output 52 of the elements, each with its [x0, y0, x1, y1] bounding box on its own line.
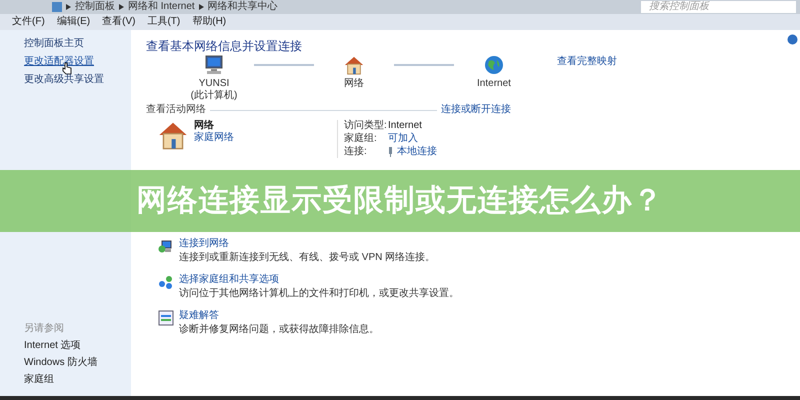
chevron-icon — [198, 4, 204, 10]
menu-item[interactable]: 编辑(E) — [56, 16, 90, 28]
chevron-icon — [119, 4, 124, 10]
menu-item[interactable]: 帮助(H) — [192, 16, 226, 28]
sidebar-link[interactable]: 更改适配器设置 — [24, 56, 94, 67]
sidebar-link[interactable]: 控制面板主页 — [24, 38, 84, 49]
property-label: 访问类型: — [344, 120, 388, 132]
see-also-link[interactable]: 家庭组 — [24, 374, 131, 386]
help-icon[interactable] — [787, 34, 798, 45]
property-value[interactable]: 本地连接 — [397, 146, 437, 158]
see-also-heading: 另请参阅 — [24, 323, 65, 335]
task-description: 诊断并修复网络问题，或获得故障排除信息。 — [179, 324, 379, 336]
computer-icon — [203, 55, 225, 75]
chevron-icon — [66, 4, 71, 10]
property-label: 家庭组: — [344, 133, 378, 145]
sidebar-link[interactable]: 更改高级共享设置 — [24, 74, 104, 85]
house-icon — [344, 55, 364, 75]
network-type-link[interactable]: 家庭网络 — [194, 132, 337, 144]
homegroup-icon — [158, 274, 174, 290]
see-also-link[interactable]: Internet 选项 — [24, 340, 131, 352]
network-name: 网络 — [194, 120, 215, 132]
breadcrumb-item[interactable]: 控制面板 — [75, 1, 115, 13]
task-link[interactable]: 选择家庭组和共享选项 — [179, 274, 459, 286]
house-icon — [158, 120, 188, 150]
property-value: Internet — [388, 120, 422, 132]
cable-icon — [388, 147, 393, 157]
troubleshoot-icon — [158, 310, 174, 326]
task-link[interactable]: 疑难解答 — [179, 310, 379, 322]
property-label: 连接: — [344, 146, 368, 158]
globe-icon — [484, 55, 504, 75]
see-also-link[interactable]: Windows 防火墙 — [24, 357, 131, 369]
map-node-label: YUNSI — [198, 78, 230, 90]
connect-disconnect-link[interactable]: 连接或断开连接 — [441, 104, 511, 116]
task-link[interactable]: 连接到网络 — [179, 238, 436, 250]
menu-item[interactable]: 文件(F) — [12, 16, 45, 28]
map-node-sublabel: (此计算机) — [190, 90, 238, 102]
section-heading: 查看活动网络 — [146, 104, 206, 116]
menu-item[interactable]: 工具(T) — [147, 16, 180, 28]
network-connect-icon — [158, 238, 174, 254]
search-field[interactable]: 搜索控制面板 — [641, 1, 796, 13]
task-description: 连接到或重新连接到无线、有线、拨号或 VPN 网络连接。 — [179, 252, 436, 264]
breadcrumb-item[interactable]: 网络和共享中心 — [208, 1, 278, 13]
page-title: 查看基本网络信息并设置连接 — [146, 40, 303, 52]
map-node-label: 网络 — [344, 78, 364, 90]
menu-item[interactable]: 查看(V) — [102, 16, 136, 28]
control-panel-icon — [52, 2, 62, 12]
map-node-label: Internet — [477, 78, 511, 90]
task-description: 访问位于其他网络计算机上的文件和打印机，或更改共享设置。 — [179, 288, 459, 300]
property-value[interactable]: 可加入 — [388, 133, 418, 145]
breadcrumb-item[interactable]: 网络和 Internet — [128, 1, 195, 13]
full-map-link[interactable]: 查看完整映射 — [557, 56, 617, 68]
banner-title: 网络连接显示受限制或无连接怎么办？ — [136, 183, 664, 219]
